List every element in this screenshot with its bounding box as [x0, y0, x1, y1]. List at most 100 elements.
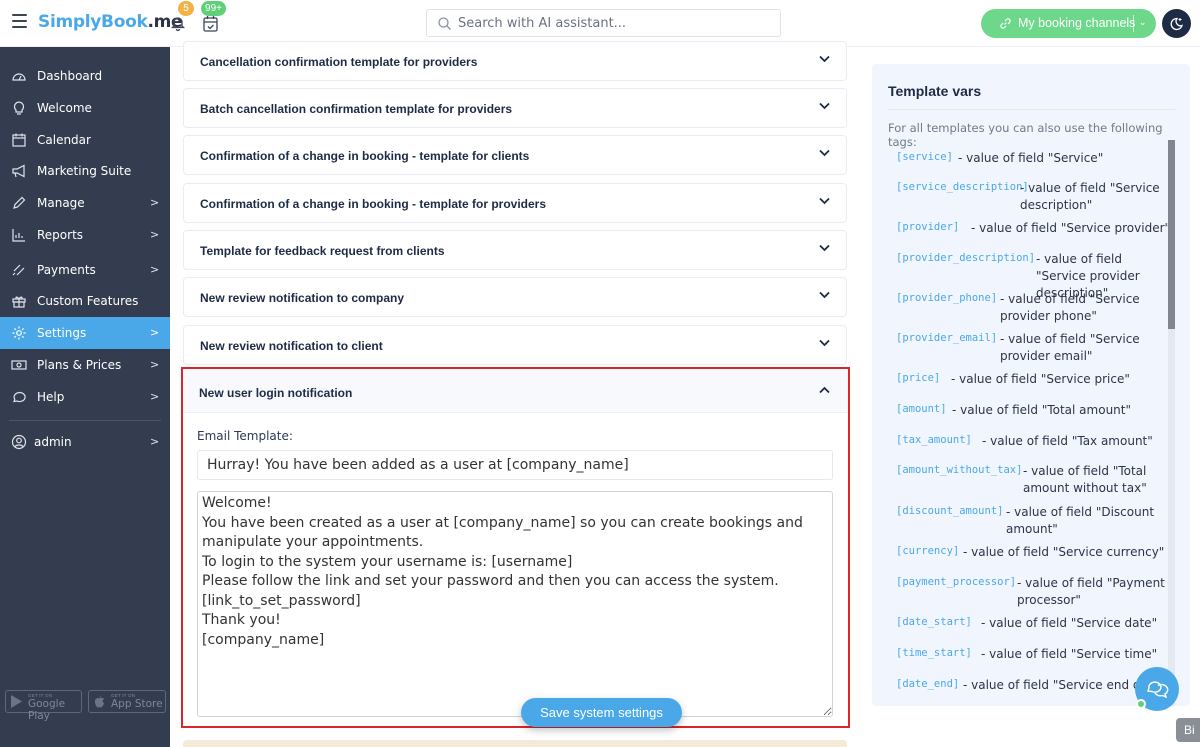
chevron-right-icon: > — [150, 326, 160, 339]
sidebar-item-payments[interactable]: Payments > — [0, 254, 170, 286]
template-accordion-item[interactable]: New review notification to client — [183, 325, 847, 365]
sidebar-item-help[interactable]: Help > — [0, 381, 170, 413]
booking-channels-button[interactable]: My booking channels ⌄ — [981, 9, 1156, 38]
play-store-icon — [11, 695, 22, 708]
template-var-tag[interactable]: [tax_amount] — [896, 434, 972, 446]
accordion-header[interactable]: New user login notification — [183, 369, 848, 413]
tooltip: Bi — [1176, 718, 1200, 742]
chevron-right-icon: > — [150, 263, 160, 276]
sidebar-item-calendar[interactable]: Calendar — [0, 124, 170, 156]
template-var-description: - value of field "Service currency" — [963, 545, 1165, 559]
chevron-down-icon — [819, 339, 830, 347]
chevron-right-icon: > — [150, 358, 160, 371]
template-var-description: - value of field "Service price" — [951, 372, 1130, 386]
template-var-tag[interactable]: [time_start] — [896, 647, 972, 659]
sidebar-item-admin[interactable]: admin > — [0, 426, 170, 458]
email-body-textarea[interactable]: Welcome! You have been created as a user… — [197, 491, 833, 717]
template-var-description: - value of field "Service" — [958, 151, 1104, 165]
bell-icon[interactable] — [170, 15, 186, 31]
chevron-right-icon: > — [150, 228, 160, 241]
template-var-tag[interactable]: [service_description] — [896, 181, 1029, 193]
chevron-up-icon — [819, 386, 830, 394]
template-var-tag[interactable]: [provider_description] — [896, 252, 1035, 264]
chevron-down-icon — [819, 149, 830, 157]
template-var-tag[interactable]: [amount_without_tax] — [896, 464, 1022, 476]
sidebar-item-manage[interactable]: Manage > — [0, 187, 170, 219]
online-status-dot — [1136, 699, 1146, 709]
payments-icon — [12, 264, 25, 276]
moon-stars-icon — [1170, 17, 1183, 31]
search-input[interactable] — [458, 14, 773, 33]
chevron-down-icon — [819, 244, 830, 252]
template-var-tag[interactable]: [price] — [896, 372, 940, 384]
menu-icon[interactable] — [12, 14, 27, 28]
chevron-right-icon: > — [150, 390, 160, 403]
sidebar-item-plans-prices[interactable]: Plans & Prices > — [0, 349, 170, 381]
logo[interactable]: SimplyBook.me — [38, 12, 183, 32]
ai-search[interactable] — [426, 9, 781, 37]
pencil-icon — [13, 196, 26, 209]
sidebar-item-dashboard[interactable]: Dashboard — [0, 60, 170, 92]
template-var-tag[interactable]: [provider] — [896, 221, 959, 233]
template-var-tag[interactable]: [currency] — [896, 545, 959, 557]
user-circle-icon — [11, 434, 27, 450]
template-var-description: - value of field "Service provider" — [971, 221, 1171, 235]
chevron-down-icon[interactable]: ⌄ — [1139, 17, 1147, 28]
link-icon — [1000, 18, 1011, 29]
template-var-tag[interactable]: [date_start] — [896, 616, 972, 628]
search-icon — [438, 17, 451, 30]
sidebar: Dashboard Welcome Calendar Marketing Sui… — [0, 47, 170, 747]
app-store-badge[interactable]: GET IT ON App Store — [88, 690, 166, 713]
megaphone-icon — [12, 164, 25, 178]
scrollbar-thumb[interactable] — [1168, 140, 1175, 329]
template-accordion-item[interactable]: Batch cancellation confirmation template… — [183, 88, 847, 128]
save-settings-button[interactable]: Save system settings — [521, 698, 682, 727]
scrollbar[interactable] — [1168, 140, 1175, 706]
template-var-description: - value of field "Tax amount" — [982, 434, 1153, 448]
template-accordion-open: New user login notification Email Templa… — [181, 367, 850, 728]
calendar-check-icon[interactable] — [203, 15, 218, 32]
template-accordion-item[interactable]: Template for feedback request from clien… — [183, 230, 847, 270]
divider — [888, 109, 1175, 110]
template-accordion-item[interactable]: Confirmation of a change in booking - te… — [183, 135, 847, 175]
apple-icon — [95, 695, 104, 708]
template-var-description: - value of field "Payment processor" — [1017, 576, 1165, 607]
template-var-description: - value of field "Service provider phone… — [1000, 292, 1140, 323]
template-accordion-item[interactable]: Confirmation of a change in booking - te… — [183, 183, 847, 223]
template-var-tag[interactable]: [amount] — [896, 403, 947, 415]
template-var-tag[interactable]: [provider_phone] — [896, 292, 997, 304]
chat-bubble-icon — [13, 391, 26, 403]
template-accordion-item[interactable]: Cancellation confirmation template for p… — [183, 41, 847, 81]
email-template-label: Email Template: — [197, 429, 293, 443]
sidebar-item-settings[interactable]: Settings > — [0, 317, 170, 349]
template-accordion-item[interactable]: New review notification to company — [183, 277, 847, 317]
chat-bubbles-icon — [1147, 681, 1169, 699]
sidebar-divider — [9, 420, 161, 421]
template-vars-panel: Template vars For all templates you can … — [872, 64, 1190, 706]
sidebar-item-welcome[interactable]: Welcome — [0, 92, 170, 124]
sidebar-item-marketing-suite[interactable]: Marketing Suite — [0, 155, 170, 187]
chevron-down-icon — [819, 55, 830, 63]
template-var-description: - value of field "Discount amount" — [1006, 505, 1155, 536]
banknote-icon — [11, 360, 27, 370]
chevron-right-icon: > — [150, 435, 160, 448]
email-subject-input[interactable] — [197, 450, 833, 480]
template-var-description: - value of field "Total amount" — [952, 403, 1132, 417]
template-var-tag[interactable]: [discount_amount] — [896, 505, 1003, 517]
template-var-description: - value of field "Service description" — [1020, 181, 1160, 212]
template-var-tag[interactable]: [provider_email] — [896, 332, 997, 344]
templates-list: Cancellation confirmation template for p… — [170, 41, 860, 747]
template-var-tag[interactable]: [payment_processor] — [896, 576, 1016, 588]
template-var-tag[interactable]: [date_end] — [896, 678, 959, 690]
template-var-tag[interactable]: [service] — [896, 151, 953, 163]
sidebar-item-reports[interactable]: Reports > — [0, 219, 170, 251]
gear-icon — [12, 326, 26, 340]
theme-toggle-button[interactable] — [1162, 9, 1191, 38]
chevron-right-icon: > — [150, 196, 160, 209]
template-var-description: - value of field "Service time" — [981, 647, 1158, 661]
sidebar-item-custom-features[interactable]: Custom Features — [0, 285, 170, 317]
next-section-edge — [183, 740, 847, 747]
google-play-badge[interactable]: GET IT ON Google Play — [5, 690, 82, 722]
template-var-description: - value of field "Total amount without t… — [1023, 464, 1147, 495]
gift-icon — [12, 296, 26, 308]
